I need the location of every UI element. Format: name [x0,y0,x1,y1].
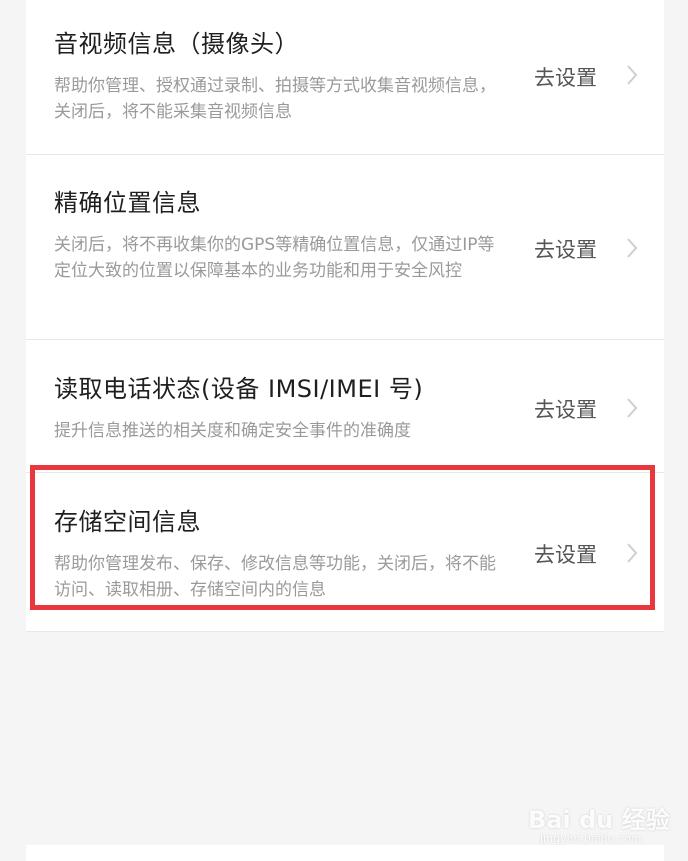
privacy-settings-page: 音视频信息（摄像头） 帮助你管理、授权通过录制、拍摄等方式收集音视频信息，关闭后… [0,0,688,861]
go-settings-link[interactable]: 去设置 [534,539,597,569]
permission-row-storage[interactable]: 存储空间信息 帮助你管理发布、保存、修改信息等功能，关闭后，将不能访问、读取相册… [26,473,664,632]
permission-description: 提升信息推送的相关度和确定安全事件的准确度 [54,421,411,441]
permission-row-location[interactable]: 精确位置信息 关闭后，将不再收集你的GPS等精确位置信息，仅通过IP等定位大致的… [26,155,664,340]
divider [26,631,664,632]
permission-description: 帮助你管理发布、保存、修改信息等功能，关闭后，将不能访问、读取相册、存储空间内的… [54,554,496,600]
watermark-url-text: jingyan.baidu.com [540,832,642,845]
permission-title: 读取电话状态(设备 IMSI/IMEI 号) [54,375,424,403]
chevron-right-icon [627,65,638,85]
chevron-right-icon [627,398,638,418]
permission-row-phone-state[interactable]: 读取电话状态(设备 IMSI/IMEI 号) 提升信息推送的相关度和确定安全事件… [26,340,664,473]
permission-row-camera[interactable]: 音视频信息（摄像头） 帮助你管理、授权通过录制、拍摄等方式收集音视频信息，关闭后… [26,0,664,155]
go-settings-link[interactable]: 去设置 [534,394,597,424]
permission-title: 存储空间信息 [54,508,201,536]
watermark-main-text: Bai du 经验 [528,806,670,834]
go-settings-link[interactable]: 去设置 [534,62,597,92]
permission-description: 关闭后，将不再收集你的GPS等精确位置信息，仅通过IP等定位大致的位置以保障基本… [54,235,495,281]
chevron-right-icon [627,543,638,563]
permissions-list: 音视频信息（摄像头） 帮助你管理、授权通过录制、拍摄等方式收集音视频信息，关闭后… [26,0,664,632]
permission-description: 帮助你管理、授权通过录制、拍摄等方式收集音视频信息，关闭后，将不能采集音视频信息 [54,76,496,122]
permission-title: 音视频信息（摄像头） [54,30,299,58]
chevron-right-icon [627,238,638,258]
go-settings-link[interactable]: 去设置 [534,234,597,264]
permission-title: 精确位置信息 [54,189,201,217]
baidu-jingyan-watermark: Bai du 经验 jingyan.baidu.com [528,800,678,850]
